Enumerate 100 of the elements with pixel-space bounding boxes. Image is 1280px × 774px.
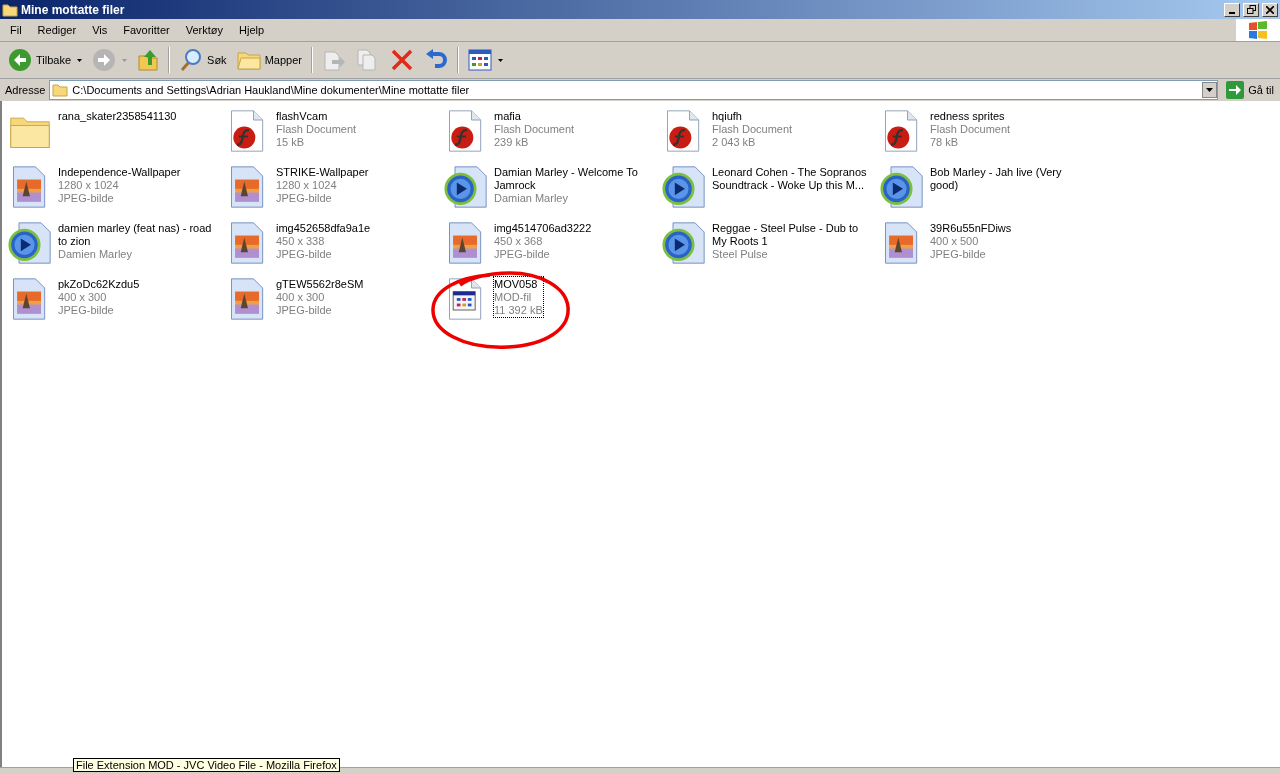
- file-detail: JPEG-bilde: [276, 304, 333, 317]
- move-to-icon: [321, 48, 346, 72]
- menu-item[interactable]: Fil: [2, 22, 30, 38]
- file-name: flashVcam: [276, 110, 329, 123]
- file-name: redness sprites: [930, 110, 1006, 123]
- minimize-button[interactable]: [1224, 2, 1240, 17]
- file-name: pkZoDc62Kzdu5: [58, 278, 141, 291]
- file-detail: JPEG-bilde: [930, 248, 987, 261]
- file-item[interactable]: pkZoDc62Kzdu5 400 x 300 JPEG-bilde: [8, 277, 226, 333]
- file-name: STRIKE-Wallpaper: [276, 166, 370, 179]
- tooltip: File Extension MOD - JVC Video File - Mozilla Firefox: [73, 758, 340, 772]
- close-icon: [1266, 5, 1274, 14]
- file-detail: 11 392 kB: [494, 304, 543, 317]
- file-detail: JPEG-bilde: [58, 304, 115, 317]
- folders-button[interactable]: Mapper: [232, 46, 306, 74]
- file-item[interactable]: img4514706ad3222 450 x 368 JPEG-bilde: [444, 221, 662, 277]
- address-label: Adresse: [5, 84, 46, 96]
- file-detail: JPEG-bilde: [494, 248, 551, 261]
- search-icon: [179, 48, 204, 72]
- file-detail: 400 x 500: [930, 235, 980, 248]
- file-item[interactable]: flashVcam Flash Document 15 kB: [226, 109, 444, 165]
- menu-item[interactable]: Hjelp: [231, 22, 273, 38]
- window-title: Mine mottatte filer: [21, 2, 126, 17]
- file-detail: 450 x 368: [494, 235, 544, 248]
- windows-flag-icon: [1247, 20, 1269, 40]
- file-item[interactable]: damien marley (feat nas) - road to zion Damien Marley: [8, 221, 226, 277]
- minimize-icon: [1229, 11, 1235, 14]
- file-name: gTEW5562r8eSM: [276, 278, 365, 291]
- file-item[interactable]: Reggae - Steel Pulse - Dub to My Roots 1 Steel Pulse: [662, 221, 880, 277]
- file-item[interactable]: Independence-Wallpaper 1280 x 1024 JPEG-bilde: [8, 165, 226, 221]
- media-file-icon: [880, 165, 924, 209]
- file-detail: Flash Document: [276, 123, 358, 136]
- file-detail: Damien Marley: [58, 248, 133, 261]
- file-detail: Flash Document: [494, 123, 576, 136]
- file-detail: JPEG-bilde: [58, 192, 115, 205]
- file-item[interactable]: Damian Marley - Welcome To Jamrock Damian Marley: [444, 165, 662, 221]
- file-name: mafia: [494, 110, 522, 123]
- file-detail: Flash Document: [930, 123, 1012, 136]
- file-name: img4514706ad3222: [494, 222, 593, 235]
- file-detail: 400 x 300: [58, 291, 108, 304]
- file-item[interactable]: STRIKE-Wallpaper 1280 x 1024 JPEG-bilde: [226, 165, 444, 221]
- file-detail: Flash Document: [712, 123, 794, 136]
- media-file-icon: [662, 165, 706, 209]
- file-item[interactable]: rana_skater2358541130: [8, 109, 226, 165]
- views-icon: [467, 49, 492, 71]
- file-detail: 78 kB: [930, 136, 960, 149]
- file-name: MOV058: [494, 278, 539, 291]
- dropdown-button[interactable]: [1202, 82, 1218, 98]
- file-detail: JPEG-bilde: [276, 192, 333, 205]
- file-detail: 15 kB: [276, 136, 306, 149]
- file-name: Damian Marley - Welcome To Jamrock: [494, 166, 639, 192]
- file-detail: 1280 x 1024: [58, 179, 120, 192]
- folder-icon: [2, 2, 18, 17]
- menu-item[interactable]: Favoritter: [115, 22, 178, 38]
- caret-icon: [77, 58, 83, 62]
- file-item[interactable]: mafia Flash Document 239 kB: [444, 109, 662, 165]
- file-name: rana_skater2358541130: [58, 110, 178, 123]
- file-item[interactable]: 39R6u55nFDiws 400 x 500 JPEG-bilde: [880, 221, 1098, 277]
- file-name: Bob Marley - Jah live (Very good): [930, 166, 1063, 192]
- file-item[interactable]: hqiufh Flash Document 2 043 kB: [662, 109, 880, 165]
- file-detail: Damian Marley: [494, 192, 569, 205]
- folder-icon: [236, 49, 261, 71]
- menu-item[interactable]: Vis: [84, 22, 116, 38]
- file-name: Leonard Cohen - The Sopranos Soundtrack - Woke Up this M...: [712, 166, 868, 192]
- file-item[interactable]: img452658dfa9a1e 450 x 338 JPEG-bilde: [226, 221, 444, 277]
- file-item[interactable]: MOV058 MOD-fil 11 392 kB: [444, 277, 662, 333]
- file-detail: MOD-fil: [494, 291, 533, 304]
- media-file-icon: [662, 221, 706, 265]
- caret-icon: [1206, 88, 1214, 92]
- close-button[interactable]: [1262, 2, 1278, 17]
- file-item[interactable]: Bob Marley - Jah live (Very good): [880, 165, 1098, 221]
- restore-button[interactable]: [1243, 2, 1259, 17]
- go-button[interactable]: Gå til: [1222, 81, 1278, 99]
- file-detail: 2 043 kB: [712, 136, 757, 149]
- file-name: hqiufh: [712, 110, 743, 123]
- file-name: Independence-Wallpaper: [58, 166, 182, 179]
- file-detail: 400 x 300: [276, 291, 326, 304]
- caret-icon: [122, 58, 128, 62]
- caret-icon: [497, 58, 503, 62]
- delete-icon: [389, 48, 414, 72]
- file-detail: JPEG-bilde: [276, 248, 333, 261]
- folder-icon: [52, 83, 69, 97]
- file-item[interactable]: redness sprites Flash Document 78 kB: [880, 109, 1098, 165]
- menu-item[interactable]: Rediger: [29, 22, 85, 38]
- file-name: damien marley (feat nas) - road to zion: [58, 222, 213, 248]
- file-detail: 450 x 338: [276, 235, 326, 248]
- file-detail: 239 kB: [494, 136, 530, 149]
- file-detail: Steel Pulse: [712, 248, 769, 261]
- menu-item[interactable]: Verktøy: [177, 22, 231, 38]
- file-detail: 1280 x 1024: [276, 179, 338, 192]
- search-button[interactable]: Søk: [175, 45, 231, 75]
- file-name: img452658dfa9a1e: [276, 222, 372, 235]
- address-field[interactable]: C:\Documents and Settings\Adrian Haukland\Mine dokumenter\Mine mottatte filer: [49, 80, 1219, 100]
- file-item[interactable]: Leonard Cohen - The Sopranos Soundtrack - Woke Up this M...: [662, 165, 880, 221]
- file-name: Reggae - Steel Pulse - Dub to My Roots 1: [712, 222, 860, 248]
- media-file-icon: [8, 221, 52, 265]
- back-button[interactable]: Tilbake: [4, 45, 87, 75]
- media-file-icon: [444, 165, 488, 209]
- file-item[interactable]: gTEW5562r8eSM 400 x 300 JPEG-bilde: [226, 277, 444, 333]
- file-name: 39R6u55nFDiws: [930, 222, 1013, 235]
